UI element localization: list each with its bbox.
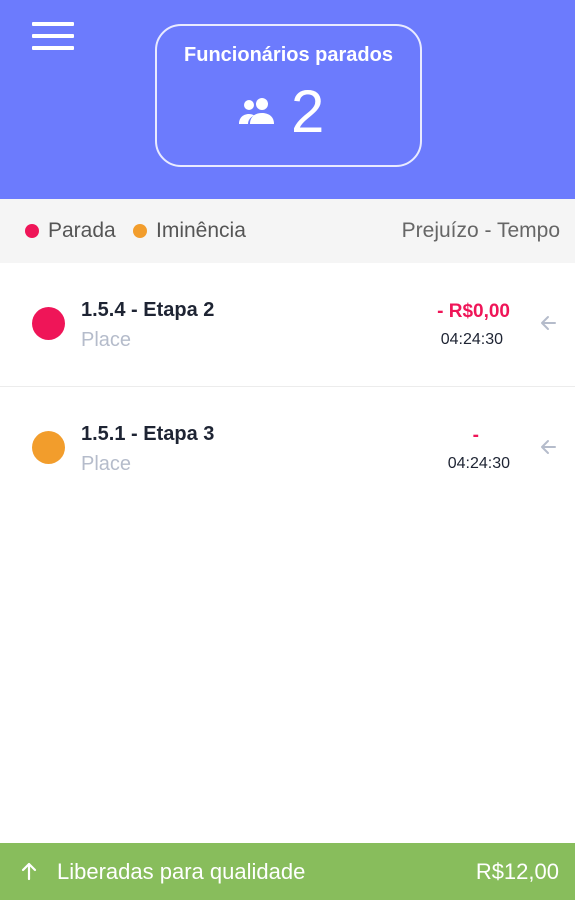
item-title: 1.5.4 - Etapa 2	[81, 299, 215, 321]
footer-label: Liberadas para qualidade	[57, 859, 306, 884]
menu-icon[interactable]	[32, 22, 76, 52]
arrow-up-icon	[21, 862, 37, 881]
list-item[interactable]: 1.5.1 - Etapa 3 Place - 04:24:30	[0, 387, 575, 511]
legend-columns-label: Prejuízo - Tempo	[401, 219, 560, 242]
item-subtitle: Place	[81, 329, 132, 351]
arrow-left-icon[interactable]	[538, 437, 558, 457]
legend-imminence-label: Iminência	[156, 219, 246, 242]
app: Funcionários parados 2 Parada Iminência …	[0, 0, 575, 900]
footer-value: R$12,00	[475, 859, 559, 884]
released-for-quality-bar[interactable]: Liberadas para qualidade R$12,00	[0, 843, 575, 900]
item-loss-value: - R$0,00	[437, 301, 510, 322]
legend-stopped-label: Parada	[48, 219, 116, 242]
status-imminence-icon	[32, 431, 65, 464]
item-subtitle: Place	[81, 453, 132, 475]
app-header: Funcionários parados 2	[0, 0, 575, 199]
people-icon	[239, 98, 274, 124]
legend-bar: Parada Iminência Prejuízo - Tempo	[0, 199, 575, 263]
item-loss-value: -	[472, 425, 479, 446]
list-item[interactable]: 1.5.4 - Etapa 2 Place - R$0,00 04:24:30	[0, 263, 575, 387]
item-title: 1.5.1 - Etapa 3	[81, 423, 215, 445]
legend-imminence: Iminência	[133, 199, 246, 263]
stopped-dot-icon	[25, 224, 39, 238]
status-stopped-icon	[32, 307, 65, 340]
card-title: Funcionários parados	[184, 44, 393, 66]
stopped-count: 2	[291, 78, 325, 145]
item-time: 04:24:30	[447, 455, 510, 472]
arrow-left-icon[interactable]	[538, 313, 558, 333]
imminence-dot-icon	[133, 224, 147, 238]
stopped-employees-card: Funcionários parados 2	[155, 24, 422, 167]
item-time: 04:24:30	[440, 331, 503, 348]
legend-stopped: Parada	[25, 199, 116, 263]
